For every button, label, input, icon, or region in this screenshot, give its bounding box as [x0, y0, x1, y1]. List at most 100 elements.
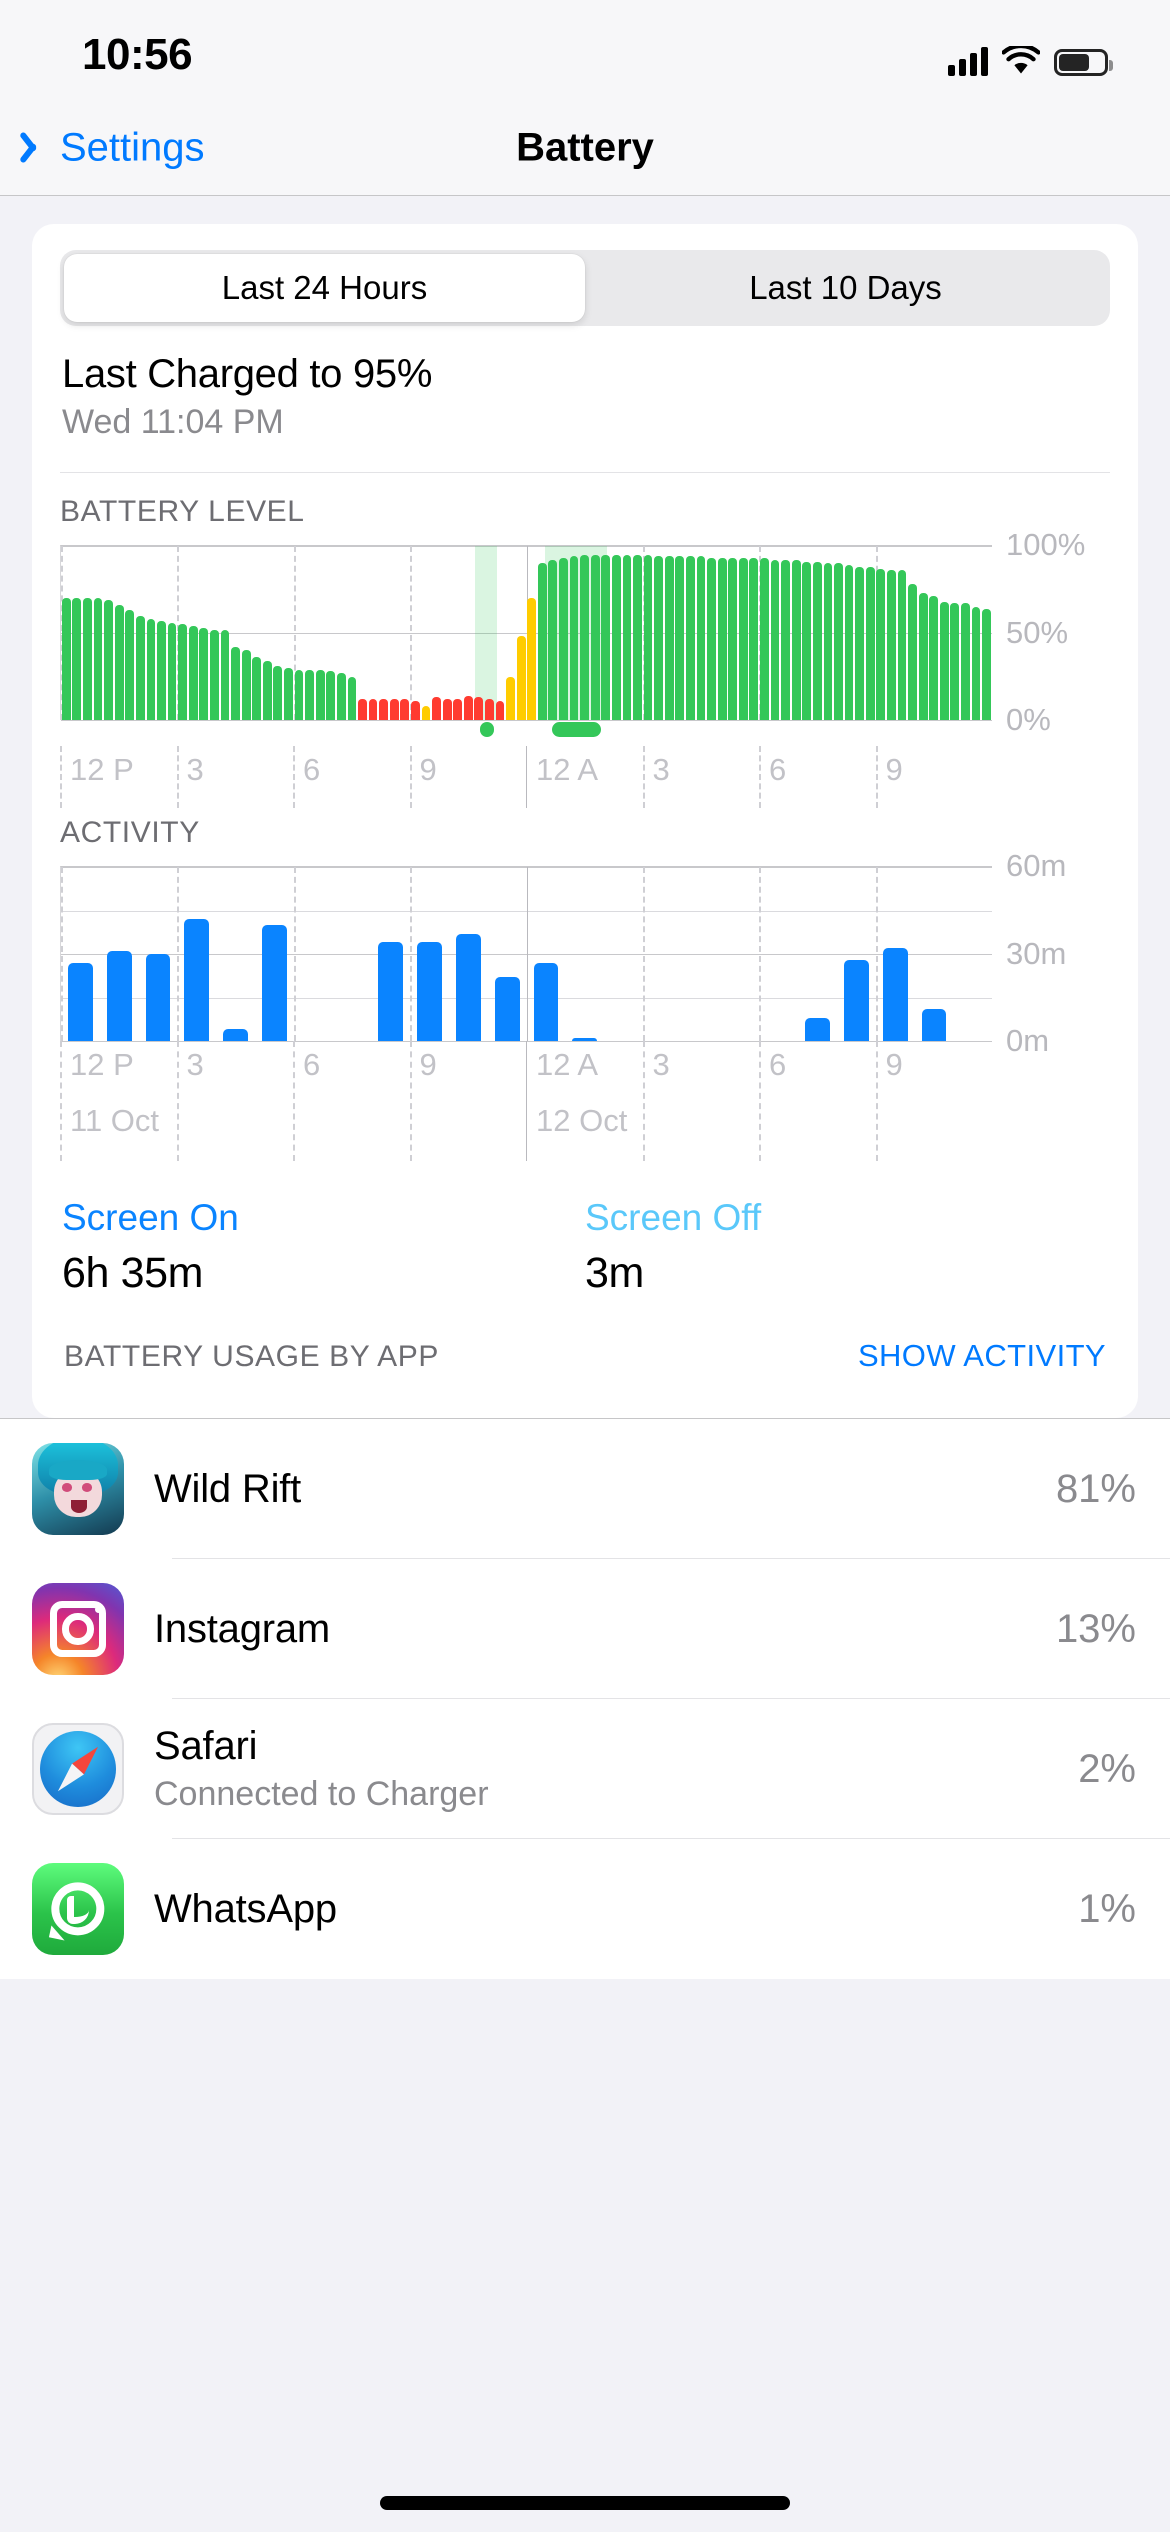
battery-level-bar: [548, 559, 558, 720]
battery-level-bar: [601, 554, 611, 720]
battery-level-bar: [844, 565, 854, 720]
y-axis-tick-label: 100%: [1006, 527, 1086, 562]
x-axis-tick-label: 3: [652, 1047, 670, 1082]
battery-level-bar: [410, 700, 420, 720]
x-axis-tick: [526, 746, 527, 808]
x-axis-tick: [759, 1041, 761, 1161]
activity-bar: [494, 977, 520, 1041]
battery-level-bar: [760, 558, 769, 720]
x-axis-tick: [60, 1041, 62, 1161]
safari-icon: [32, 1723, 124, 1815]
screen-off-label: Screen Off: [585, 1197, 762, 1238]
battery-level-bar: [982, 608, 991, 720]
battery-level-plot: [60, 545, 992, 721]
battery-level-bar: [379, 699, 389, 720]
x-axis-tick-label: 3: [652, 752, 670, 787]
last-charged-subtitle: Wed 11:04 PM: [62, 403, 284, 441]
table-row[interactable]: WhatsApp 1%: [0, 1839, 1170, 1979]
app-name: Instagram: [154, 1606, 331, 1651]
activity-plot: [60, 866, 992, 1042]
x-axis-tick-label: 6: [769, 1047, 787, 1082]
screen-on-label: Screen On: [62, 1197, 239, 1238]
app-percent: 2%: [1078, 1746, 1136, 1791]
table-row[interactable]: Wild Rift 81%: [0, 1419, 1170, 1559]
activity-bar: [843, 959, 869, 1041]
battery-level-bar: [876, 568, 886, 720]
battery-level-bar: [453, 699, 463, 720]
battery-level-bar: [812, 561, 822, 720]
battery-level-bar: [791, 559, 801, 720]
battery-level-bar: [72, 598, 82, 720]
battery-level-bar: [104, 599, 113, 720]
battery-level-bar: [865, 566, 875, 720]
battery-level-bar: [834, 563, 843, 720]
battery-level-bar: [749, 558, 759, 720]
battery-level-bar: [802, 561, 812, 720]
x-axis-tick-label: 6: [303, 752, 321, 787]
x-axis-tick-label: 6: [303, 1047, 321, 1082]
battery-level-bar: [950, 603, 960, 720]
activity-bar: [184, 919, 210, 1041]
x-axis-date-label: 12 Oct: [536, 1103, 628, 1138]
app-percent: 13%: [1055, 1606, 1136, 1651]
battery-level-bar: [61, 598, 71, 720]
battery-level-bar: [273, 666, 283, 720]
app-name: WhatsApp: [154, 1886, 337, 1931]
tab-last-24-hours[interactable]: Last 24 Hours: [64, 254, 585, 322]
battery-level-bar: [294, 669, 304, 720]
screen-off-value: 3m: [585, 1249, 644, 1297]
battery-level-bar: [696, 556, 706, 720]
battery-icon: [1054, 49, 1113, 76]
activity-bar: [417, 942, 442, 1041]
battery-level-bar: [897, 570, 907, 720]
battery-level-bar: [717, 558, 727, 720]
battery-level-bar: [241, 650, 251, 720]
tab-last-10-days[interactable]: Last 10 Days: [585, 254, 1106, 322]
app-percent: 81%: [1055, 1466, 1136, 1511]
segmented-control-wrapper: Last 24 Hours Last 10 Days: [32, 224, 1138, 326]
battery-level-bar: [654, 556, 664, 720]
battery-level-bar: [611, 554, 621, 720]
battery-level-bar: [908, 584, 917, 720]
y-axis-tick-label: 0%: [1006, 702, 1051, 737]
page-title: Battery: [516, 125, 654, 169]
battery-level-bar: [336, 673, 346, 720]
battery-level-bar: [527, 598, 537, 720]
home-indicator: [380, 2496, 790, 2510]
battery-level-bar: [728, 558, 738, 720]
screen-off-block: Screen Off 3m: [585, 1197, 1108, 1298]
battery-level-bar: [939, 601, 949, 720]
battery-level-bar: [326, 671, 336, 720]
x-axis-tick-label: 6: [769, 752, 787, 787]
instagram-icon: [32, 1583, 124, 1675]
activity-bar: [921, 1009, 947, 1041]
table-row[interactable]: Safari Connected to Charger 2%: [0, 1699, 1170, 1839]
battery-level-bar: [485, 699, 494, 720]
battery-level-chart-title: BATTERY LEVEL: [60, 495, 305, 528]
battery-level-bar: [315, 669, 325, 720]
activity-chart-title: ACTIVITY: [60, 816, 200, 849]
battery-level-bar: [199, 627, 209, 720]
status-bar-time: 10:56: [82, 30, 193, 79]
battery-level-bar: [590, 554, 600, 720]
battery-level-bar: [157, 620, 166, 720]
app-subtitle: Connected to Charger: [154, 1775, 489, 1813]
status-bar-indicators: [948, 36, 1113, 76]
wifi-icon: [1001, 43, 1041, 76]
battery-level-bar: [971, 606, 981, 720]
battery-level-bar: [961, 603, 970, 720]
battery-level-x-axis: 12 P 3 6 9 12 A 3 6 9: [60, 746, 992, 808]
activity-bar: [106, 951, 132, 1041]
battery-level-bar: [918, 592, 928, 720]
battery-level-bar: [442, 699, 452, 720]
show-activity-button[interactable]: SHOW ACTIVITY: [858, 1338, 1106, 1374]
battery-level-bar: [929, 596, 939, 720]
activity-bar: [805, 1017, 830, 1041]
activity-plot-row: 60m 30m 0m: [60, 848, 1110, 1058]
battery-level-bar: [886, 570, 896, 720]
table-row[interactable]: Instagram 13%: [0, 1559, 1170, 1699]
x-axis-tick: [875, 1041, 878, 1161]
battery-level-bar: [633, 554, 642, 720]
range-segmented-control[interactable]: Last 24 Hours Last 10 Days: [60, 250, 1110, 326]
activity-chart-section: ACTIVITY 60m 30m 0m 12 P 3 6 9 12 A 3 6 9 11 Oct 12…: [32, 808, 1138, 1161]
